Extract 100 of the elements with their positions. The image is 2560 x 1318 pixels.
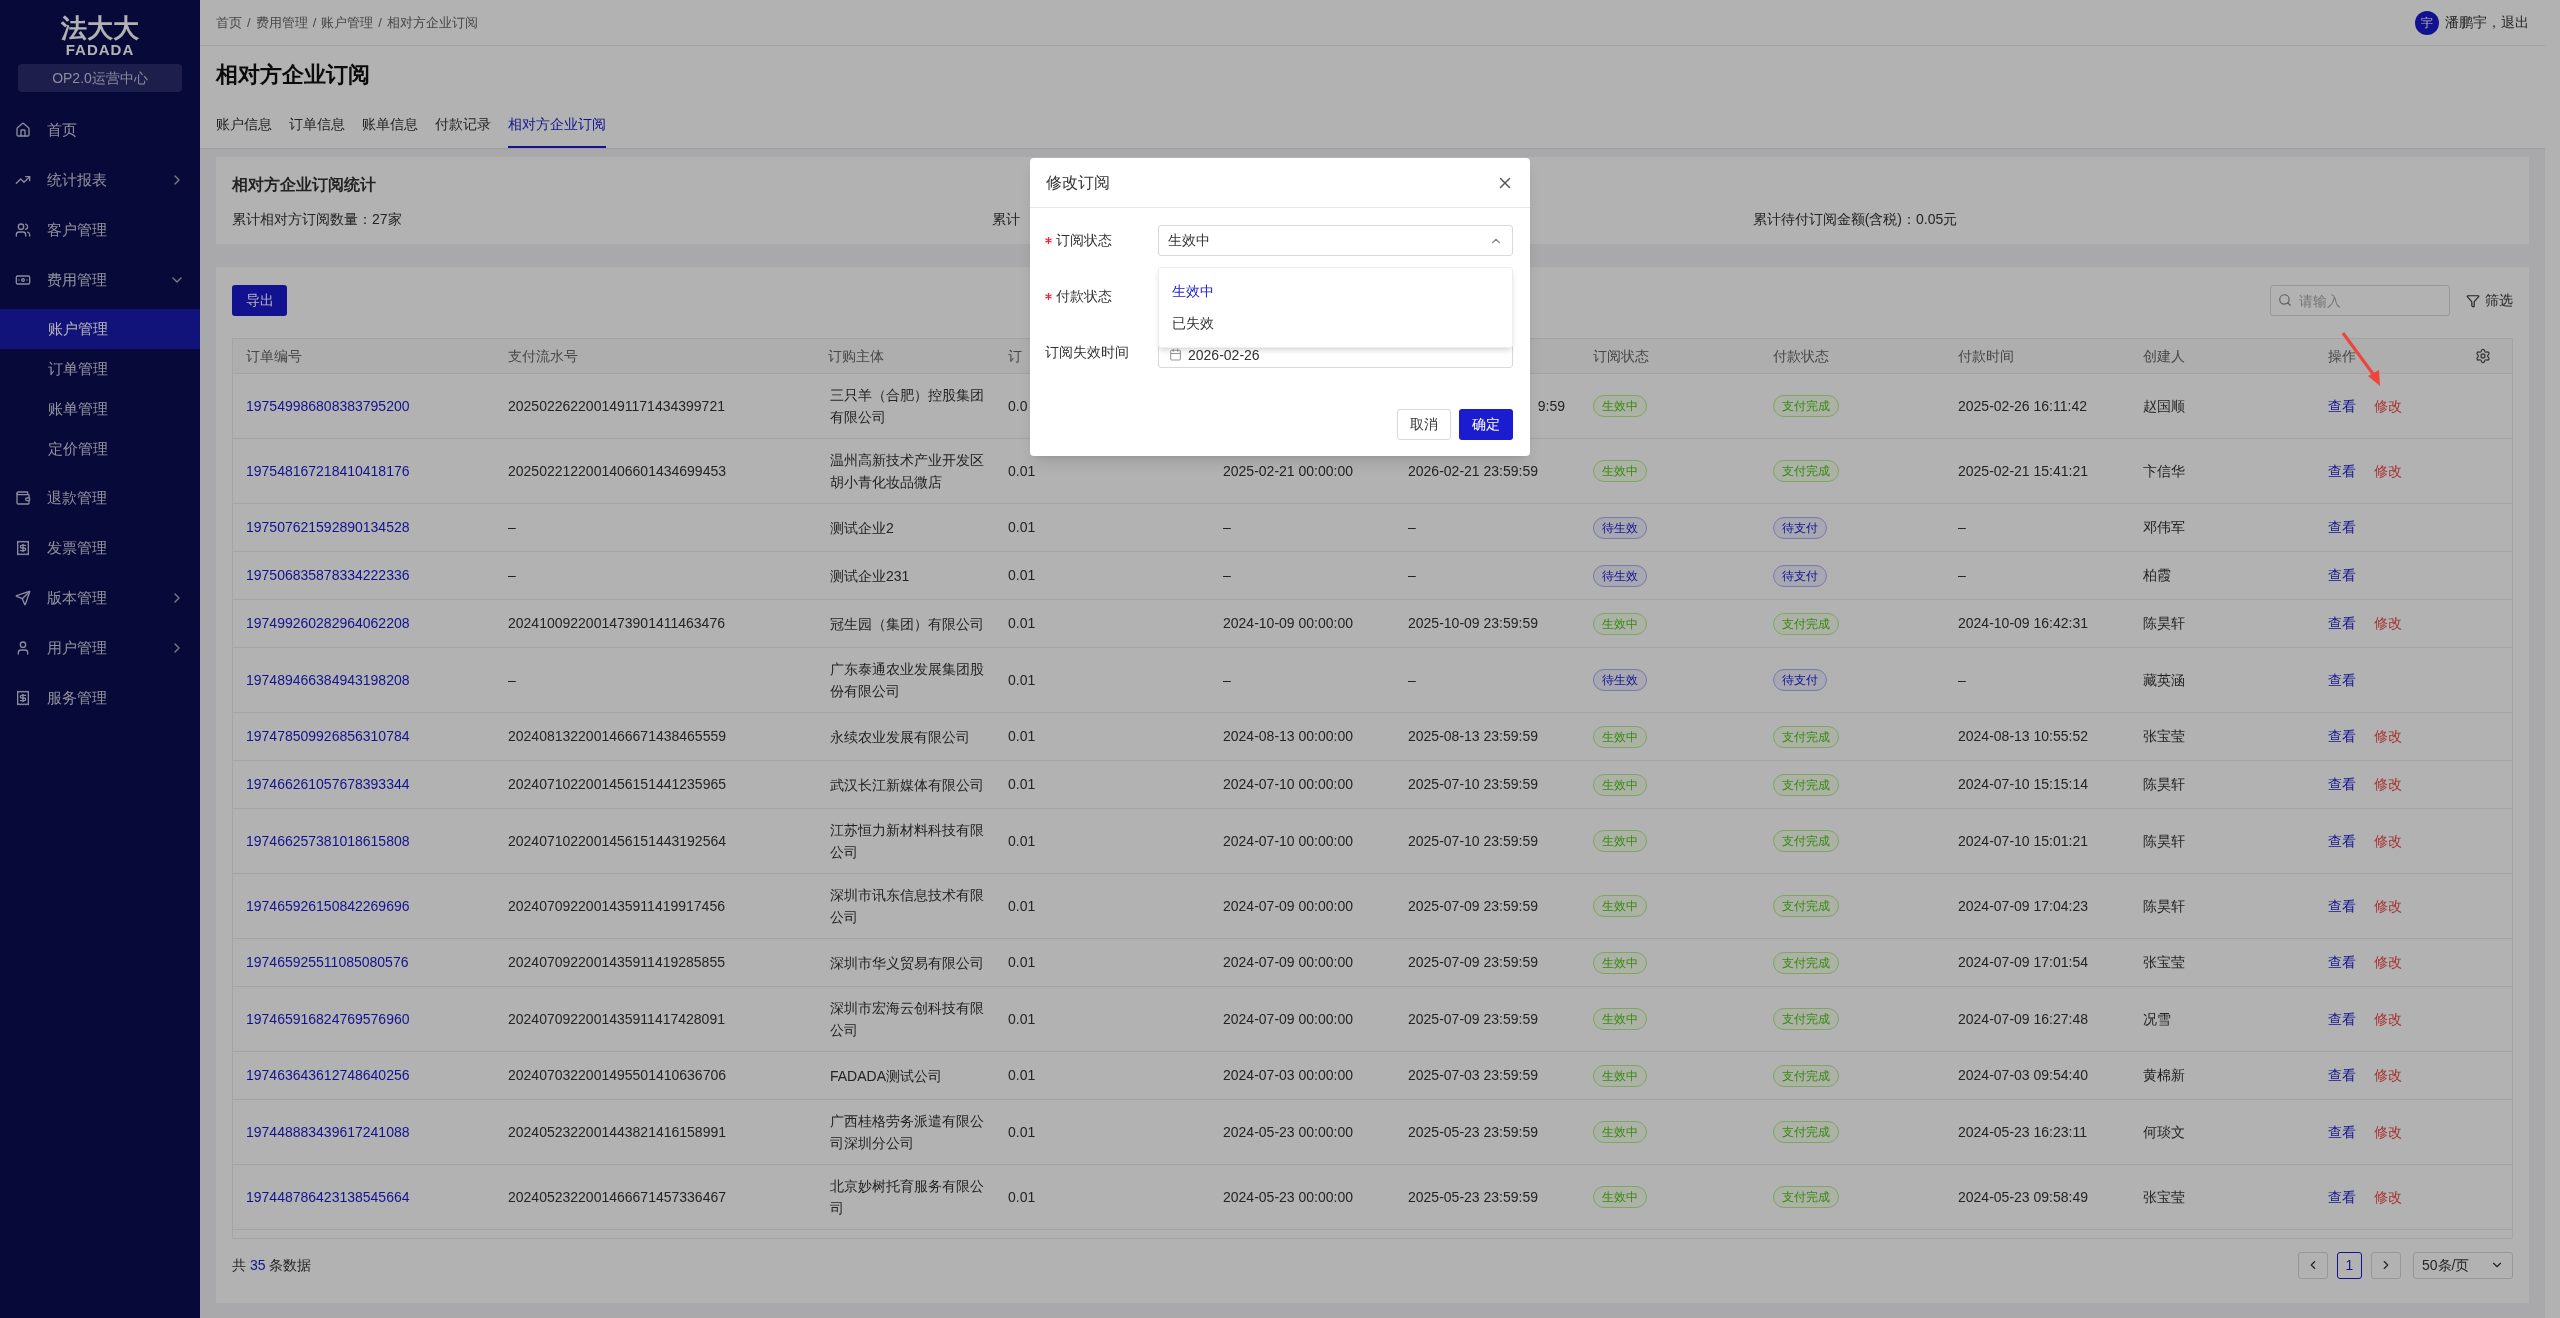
view-link[interactable]: 查看 [2328, 565, 2356, 586]
view-link[interactable]: 查看 [2328, 460, 2356, 482]
status-tag: 支付完成 [1773, 460, 1839, 482]
dropdown-option[interactable]: 已失效 [1159, 307, 1512, 339]
table-cell-text: – [1223, 518, 1231, 537]
status-tag: 生效中 [1593, 725, 1647, 748]
sidebar-item[interactable]: 统计报表 [0, 155, 200, 205]
order-link[interactable]: 197489466384943198208 [246, 669, 410, 691]
order-link[interactable]: 197465926150842269696 [246, 895, 410, 917]
view-link[interactable]: 查看 [2328, 1186, 2356, 1208]
view-link[interactable]: 查看 [2328, 830, 2356, 852]
table-cell-text: 2024052322001443821416158991 [508, 1122, 726, 1142]
table-cell-text: 2024-07-10 00:00:00 [1223, 775, 1353, 794]
breadcrumb-item[interactable]: 账户管理 [321, 12, 374, 33]
user-avatar: 宇 [2415, 10, 2439, 35]
view-link[interactable]: 查看 [2328, 774, 2356, 795]
table-cell-text: 武汉长江新媒体有限公司 [830, 775, 985, 795]
view-link[interactable]: 查看 [2328, 952, 2356, 973]
order-link[interactable]: 197465916824769576960 [246, 1008, 410, 1030]
logout-link[interactable]: 退出 [2501, 12, 2529, 33]
export-button[interactable]: 导出 [232, 285, 287, 316]
order-link[interactable]: 197548167218410418176 [246, 460, 410, 482]
view-link[interactable]: 查看 [2328, 395, 2356, 417]
order-link[interactable]: 197448786423138545664 [246, 1186, 410, 1208]
view-link[interactable]: 查看 [2328, 1065, 2356, 1086]
search-field[interactable]: 请输入 [2270, 285, 2450, 316]
order-link[interactable]: 197463643612748640256 [246, 1065, 410, 1086]
sidebar-item[interactable]: 版本管理 [0, 573, 200, 623]
column-header: 订阅状态 [1593, 346, 1649, 366]
tab[interactable]: 账单信息 [362, 102, 418, 148]
order-link[interactable]: 197466261057678393344 [246, 774, 410, 795]
table-cell-text: 江苏恒力新材料科技有限公司 [830, 821, 985, 862]
status-tag: 生效中 [1593, 460, 1647, 482]
status-tag: 生效中 [1593, 895, 1647, 917]
view-link[interactable]: 查看 [2328, 726, 2356, 747]
table-cell-text: 2024-08-13 00:00:00 [1223, 727, 1353, 746]
sidebar-item[interactable]: 费用管理 [0, 255, 200, 305]
table-cell-text: 张宝莹 [2143, 727, 2185, 746]
confirm-button[interactable]: 确定 [1459, 409, 1513, 440]
table-cell-text: 北京妙树托育服务有限公司 [830, 1177, 985, 1218]
breadcrumb-item[interactable]: 首页 [216, 12, 242, 33]
sidebar-subitem[interactable]: 账户管理 [0, 309, 200, 349]
view-link[interactable]: 查看 [2328, 895, 2356, 917]
table-cell-text: 广西桂格劳务派遣有限公司深圳分公司 [830, 1112, 985, 1153]
table-cell-text: 2024-10-09 16:42:31 [1958, 614, 2088, 633]
filter-button[interactable]: 筛选 [2466, 290, 2513, 311]
sidebar-item[interactable]: 退款管理 [0, 473, 200, 523]
status-tag: 待生效 [1593, 516, 1647, 539]
tab[interactable]: 付款记录 [435, 102, 491, 148]
order-link[interactable]: 197549986808383795200 [246, 395, 410, 417]
breadcrumb-item[interactable]: 费用管理 [255, 12, 308, 33]
table-cell-text: 冠生园（集团）有限公司 [830, 614, 985, 634]
column-header: 操作 [2328, 346, 2356, 366]
table-cell-text: 2025022622001491171434399721 [508, 396, 725, 416]
breadcrumb-item[interactable]: 相对方企业订阅 [386, 12, 478, 33]
sidebar-item[interactable]: 首页 [0, 105, 200, 155]
tab[interactable]: 账户信息 [216, 102, 272, 148]
sidebar-item[interactable]: 客户管理 [0, 205, 200, 255]
order-link[interactable]: 197506835878334222336 [246, 565, 410, 586]
status-tag: 待支付 [1773, 516, 1827, 539]
view-link[interactable]: 查看 [2328, 1121, 2356, 1143]
dropdown-option[interactable]: 生效中 [1159, 276, 1512, 308]
table-cell-text: 2025-07-09 23:59:59 [1408, 1009, 1538, 1029]
order-link[interactable]: 197465925511085080576 [246, 952, 409, 973]
table-cell-text: 陈昊轩 [2143, 614, 2185, 633]
sidebar-item[interactable]: 服务管理 [0, 673, 200, 723]
order-link[interactable]: 197466257381018615808 [246, 830, 410, 852]
table-cell-text: 赵国顺 [2143, 396, 2185, 416]
view-link[interactable]: 查看 [2328, 669, 2356, 691]
home-icon [15, 122, 31, 138]
order-link[interactable]: 197507621592890134528 [246, 517, 410, 538]
status-tag: 生效中 [1593, 951, 1647, 974]
page-button[interactable]: 1 [2337, 1251, 2362, 1279]
table-cell-text: 2024-05-23 00:00:00 [1223, 1187, 1353, 1207]
table-cell-text: 邓伟军 [2143, 518, 2185, 537]
table-cell-text: 陈昊轩 [2143, 896, 2185, 916]
order-link[interactable]: 197499260282964062208 [246, 613, 410, 634]
settings-icon[interactable] [2475, 348, 2491, 364]
sidebar-item[interactable]: 发票管理 [0, 523, 200, 573]
table-cell-text: 0.0 [1008, 396, 1028, 416]
sidebar-subitem[interactable]: 订单管理 [0, 349, 200, 389]
sidebar-item[interactable]: 用户管理 [0, 623, 200, 673]
view-link[interactable]: 查看 [2328, 1008, 2356, 1030]
order-link[interactable]: 197448883439617241088 [246, 1121, 410, 1143]
order-link[interactable]: 197478509926856310784 [246, 726, 410, 747]
tab[interactable]: 订单信息 [289, 102, 345, 148]
table-cell-text: 卞信华 [2143, 461, 2185, 481]
dialog-title: 修改订阅 [1046, 172, 1110, 193]
view-link[interactable]: 查看 [2328, 613, 2356, 634]
page-size-select[interactable]: 50条/页 [2413, 1251, 2513, 1279]
sidebar-subitem[interactable]: 账单管理 [0, 389, 200, 429]
sidebar-subitem[interactable]: 定价管理 [0, 429, 200, 469]
select-field[interactable]: 生效中 [1158, 225, 1513, 256]
tab[interactable]: 相对方企业订阅 [508, 102, 606, 148]
view-link[interactable]: 查看 [2328, 517, 2356, 538]
table-cell-text: 0.01 [1008, 518, 1036, 537]
breadcrumb-separator: / [247, 13, 251, 32]
table-cell-text: 2024071022001456151441235965 [508, 775, 726, 794]
logo-subtext: FADADA [65, 42, 135, 58]
cancel-button[interactable]: 取消 [1397, 409, 1451, 440]
